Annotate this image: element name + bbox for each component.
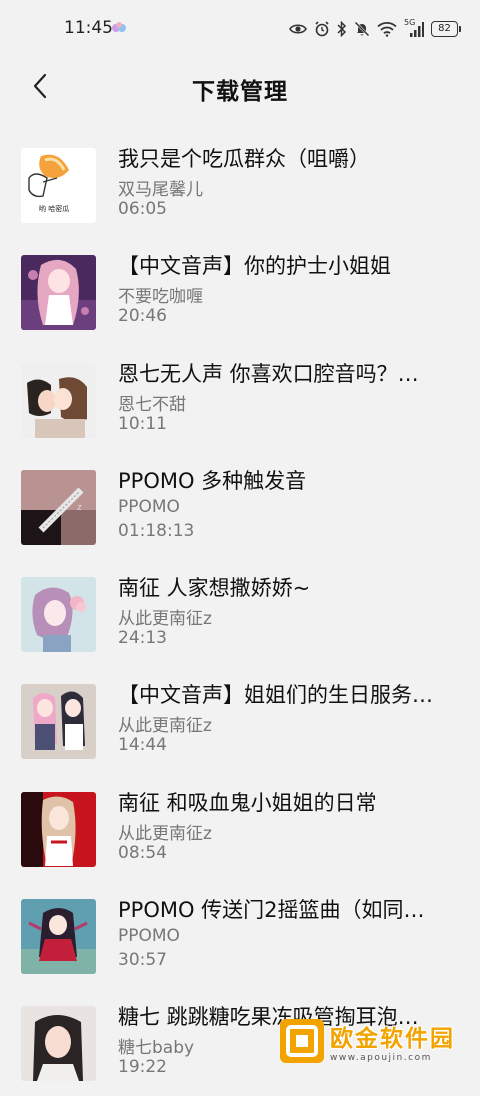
status-time: 11:45 [64,18,113,38]
watermark-url: www.apoujin.com [330,1053,432,1063]
item-author: 不要吃咖喱 [118,287,203,308]
item-author: 恩七不甜 [118,394,186,415]
download-list: 哟 哈密瓜 我只是个吃瓜群众（咀嚼） 双马尾馨儿 06:05 【中文音声】你的护… [0,130,480,1096]
item-author: 糖七baby [118,1038,195,1059]
thumbnail-image [21,791,96,867]
wifi-icon [377,22,397,37]
battery-indicator: 82 [431,21,461,37]
thumbnail-image [21,899,96,975]
item-title: 【中文音声】姐姐们的生日服务… [118,683,433,708]
item-title: 南征 人家想撒娇娇~ [118,576,311,601]
item-author: 从此更南征z [118,609,212,630]
svg-text:z: z [77,503,82,513]
svg-text:哟 哈密瓜: 哟 哈密瓜 [39,204,69,213]
nav-bar: 下载管理 [0,58,480,118]
list-item[interactable]: 哟 哈密瓜 我只是个吃瓜群众（咀嚼） 双马尾馨儿 06:05 [0,130,480,237]
item-duration: 14:44 [118,735,167,756]
list-item[interactable]: 【中文音声】你的护士小姐姐 不要吃咖喱 20:46 [0,237,480,344]
watermark-name: 欧金软件园 [330,1026,455,1052]
item-duration: 10:11 [118,413,167,434]
bluetooth-icon [337,21,347,37]
item-duration: 30:57 [118,950,167,971]
notification-app-icon [111,20,127,36]
item-duration: 24:13 [118,628,167,649]
item-title: 恩七无人声 你喜欢口腔音吗？… [118,361,419,386]
status-bar: 11:45 5G 82 [0,0,480,58]
thumbnail-image [21,577,96,653]
list-item[interactable]: z PPOMO 多种触发音 PPOMO 01:18:13 [0,452,480,559]
status-icons: 5G 82 [289,18,461,39]
item-author: PPOMO [118,926,180,947]
item-author: 从此更南征z [118,716,212,737]
eye-icon [289,24,307,34]
item-duration: 06:05 [118,199,167,219]
alarm-icon [315,21,329,37]
item-title: PPOMO 多种触发音 [118,468,307,493]
item-duration: 01:18:13 [118,520,195,541]
cellular-signal-icon: 5G [404,18,424,38]
page-title: 下载管理 [192,79,288,105]
list-item[interactable]: 南征 和吸血鬼小姐姐的日常 从此更南征z 08:54 [0,774,480,881]
thumbnail-image [21,362,96,438]
item-author: 从此更南征z [118,823,212,844]
thumbnail-image [21,1006,96,1082]
thumbnail-image [21,684,96,760]
list-item[interactable]: PPOMO 传送门2摇篮曲（如同… PPOMO 30:57 [0,881,480,988]
thumbnail-image: 哟 哈密瓜 [21,148,96,223]
list-item[interactable]: 【中文音声】姐姐们的生日服务… 从此更南征z 14:44 [0,666,480,773]
item-author: 双马尾馨儿 [118,180,203,200]
mute-bell-icon [354,21,370,37]
list-item[interactable]: 恩七无人声 你喜欢口腔音吗？… 恩七不甜 10:11 [0,345,480,452]
watermark-logo-icon [280,1019,324,1063]
item-title: 南征 和吸血鬼小姐姐的日常 [118,790,377,815]
item-title: 【中文音声】你的护士小姐姐 [118,254,391,279]
site-watermark: 欧金软件园 www.apoujin.com [280,1018,476,1064]
item-author: PPOMO [118,496,180,517]
item-duration: 19:22 [118,1057,167,1078]
item-title: PPOMO 传送门2摇篮曲（如同… [118,898,425,923]
item-duration: 20:46 [118,306,167,327]
item-duration: 08:54 [118,842,167,863]
thumbnail-image [21,255,96,331]
thumbnail-image: z [21,469,96,545]
list-item[interactable]: 南征 人家想撒娇娇~ 从此更南征z 24:13 [0,559,480,666]
item-title: 我只是个吃瓜群众（咀嚼） [118,147,370,171]
